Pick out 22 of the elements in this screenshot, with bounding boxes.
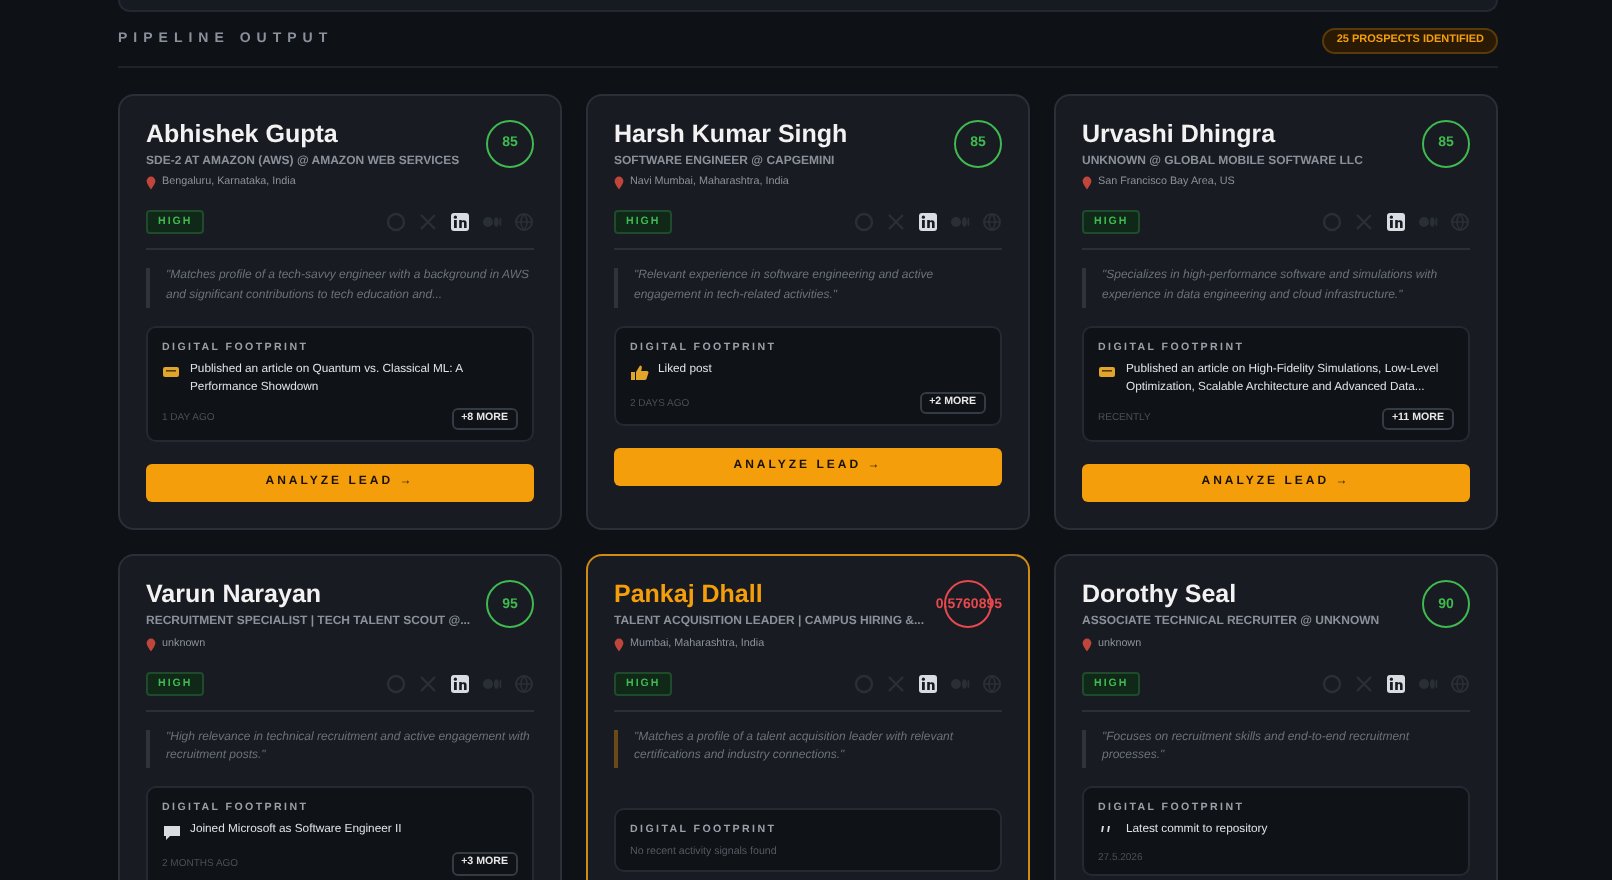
pin-icon [1082, 637, 1092, 652]
lead-name: Dorothy Seal [1082, 578, 1239, 611]
lead-name: Harsh Kumar Singh [614, 117, 848, 150]
linkedin-icon[interactable] [918, 212, 938, 233]
pin-icon [146, 176, 156, 191]
linkedin-icon[interactable] [1386, 673, 1406, 694]
pin-icon [614, 176, 624, 191]
pin-icon [1082, 176, 1092, 191]
linkedin-icon[interactable] [918, 673, 938, 694]
pin-icon [146, 637, 156, 652]
linkedin-icon[interactable] [450, 212, 470, 233]
lead-name: Pankaj Dhall [614, 578, 765, 611]
lead-name: Abhishek Gupta [146, 117, 340, 150]
lead-name: Varun Narayan [146, 578, 324, 611]
speech-bubble-icon [162, 824, 182, 843]
linkedin-icon[interactable] [1386, 212, 1406, 233]
lead-name: Urvashi Dhingra [1082, 117, 1278, 150]
pin-icon [614, 637, 624, 652]
linkedin-icon[interactable] [450, 673, 470, 694]
newspaper-icon [162, 363, 182, 382]
thumbs-up-icon [630, 363, 650, 382]
newspaper-icon [1098, 363, 1118, 382]
